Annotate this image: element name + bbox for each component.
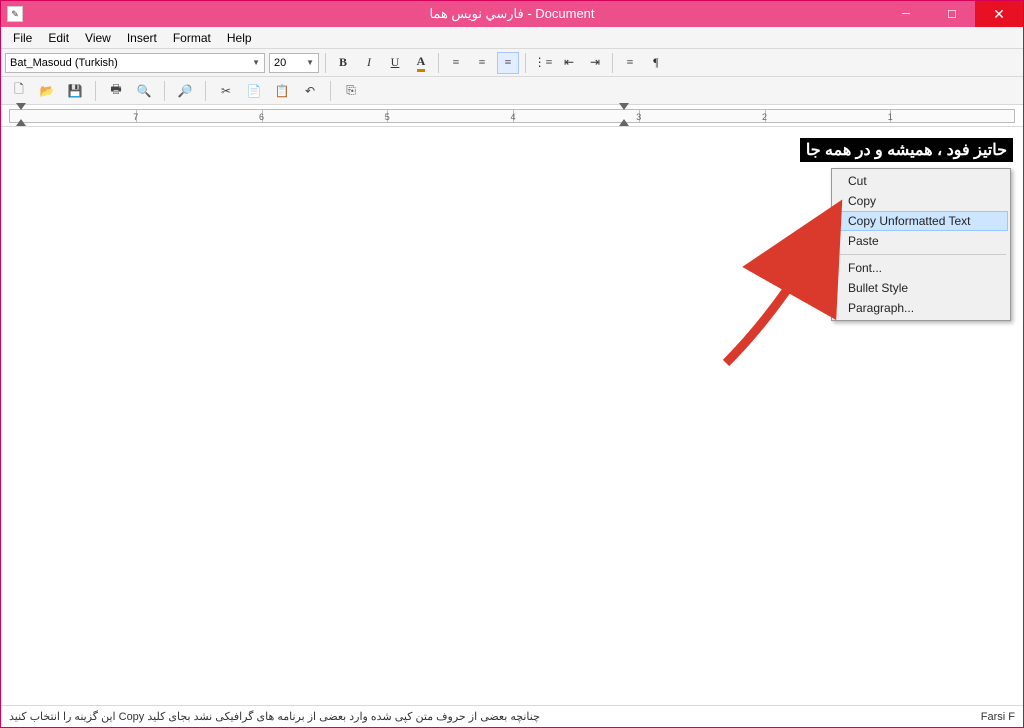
bulleted-list-button[interactable]: ⋮≡: [532, 52, 554, 74]
copy-button[interactable]: 📄: [244, 81, 264, 101]
align-center-button[interactable]: ≡: [471, 52, 493, 74]
paste-button[interactable]: 📋: [272, 81, 292, 101]
separator: [836, 254, 1006, 255]
minimize-button[interactable]: ─: [883, 1, 929, 27]
menu-view[interactable]: View: [77, 29, 119, 47]
indent-marker-icon[interactable]: [16, 119, 26, 126]
close-button[interactable]: ✕: [975, 1, 1023, 27]
format-toolbar: Bat_Masoud (Turkish) ▼ 20 ▼ B I U A ≡ ≡ …: [1, 49, 1023, 77]
standard-toolbar: 🗋 📂 💾 🖶 🔍 🔎 ✂ 📄 📋 ↶ ⎘: [1, 77, 1023, 105]
title-bar: ✎ فارسي نويس هما - Document ─ ☐ ✕: [1, 1, 1023, 27]
align-left-button[interactable]: ≡: [445, 52, 467, 74]
line-spacing-button[interactable]: ≡: [619, 52, 641, 74]
paragraph-button[interactable]: ¶: [645, 52, 667, 74]
separator: [525, 53, 526, 73]
ruler-tick-label: 7: [133, 112, 138, 122]
ctx-font[interactable]: Font...: [834, 258, 1008, 278]
new-button[interactable]: 🗋: [9, 81, 29, 101]
app-window: ✎ فارسي نويس هما - Document ─ ☐ ✕ File E…: [0, 0, 1024, 728]
chevron-down-icon: ▼: [306, 58, 314, 67]
separator: [438, 53, 439, 73]
separator: [205, 81, 206, 101]
cut-button[interactable]: ✂: [216, 81, 236, 101]
ruler-track: 1 2 3 4 5 6 7: [9, 109, 1015, 123]
menu-file[interactable]: File: [5, 29, 40, 47]
font-name-value: Bat_Masoud (Turkish): [10, 57, 118, 69]
ctx-cut[interactable]: Cut: [834, 171, 1008, 191]
maximize-button[interactable]: ☐: [929, 1, 975, 27]
indent-marker-icon[interactable]: [619, 103, 629, 110]
export-button[interactable]: ⎘: [341, 81, 361, 101]
font-size-value: 20: [274, 57, 286, 69]
ruler-tick-label: 4: [510, 112, 515, 122]
indent-marker-icon[interactable]: [16, 103, 26, 110]
open-button[interactable]: 📂: [37, 81, 57, 101]
increase-indent-button[interactable]: ⇥: [584, 52, 606, 74]
separator: [612, 53, 613, 73]
italic-button[interactable]: I: [358, 52, 380, 74]
ctx-paragraph[interactable]: Paragraph...: [834, 298, 1008, 318]
status-lang: Farsi F: [981, 711, 1015, 723]
ruler-tick-label: 5: [385, 112, 390, 122]
ruler[interactable]: 1 2 3 4 5 6 7: [1, 105, 1023, 127]
print-button[interactable]: 🖶: [106, 81, 126, 101]
separator: [95, 81, 96, 101]
font-name-select[interactable]: Bat_Masoud (Turkish) ▼: [5, 53, 265, 73]
separator: [325, 53, 326, 73]
menu-insert[interactable]: Insert: [119, 29, 165, 47]
bold-button[interactable]: B: [332, 52, 354, 74]
ctx-copy-unformatted[interactable]: Copy Unformatted Text: [834, 211, 1008, 231]
menu-edit[interactable]: Edit: [40, 29, 77, 47]
status-hint: چنانچه بعضی از حروف متن کپی شده وارد بعض…: [9, 710, 540, 723]
ctx-paste[interactable]: Paste: [834, 231, 1008, 251]
underline-button[interactable]: U: [384, 52, 406, 74]
status-bar: چنانچه بعضی از حروف متن کپی شده وارد بعض…: [1, 705, 1023, 727]
menu-bar: File Edit View Insert Format Help: [1, 27, 1023, 49]
ctx-bullet[interactable]: Bullet Style: [834, 278, 1008, 298]
print-preview-button[interactable]: 🔍: [134, 81, 154, 101]
ruler-tick-label: 3: [636, 112, 641, 122]
ruler-tick-label: 2: [762, 112, 767, 122]
indent-marker-icon[interactable]: [619, 119, 629, 126]
separator: [164, 81, 165, 101]
chevron-down-icon: ▼: [252, 58, 260, 67]
ctx-copy[interactable]: Copy: [834, 191, 1008, 211]
context-menu: Cut Copy Copy Unformatted Text Paste Fon…: [831, 168, 1011, 321]
ruler-tick-label: 6: [259, 112, 264, 122]
app-icon: ✎: [7, 6, 23, 22]
find-button[interactable]: 🔎: [175, 81, 195, 101]
align-right-button[interactable]: ≡: [497, 52, 519, 74]
window-title: فارسي نويس هما - Document: [429, 6, 594, 22]
font-color-button[interactable]: A: [410, 52, 432, 74]
separator: [330, 81, 331, 101]
ruler-tick-label: 1: [888, 112, 893, 122]
menu-help[interactable]: Help: [219, 29, 260, 47]
selected-text[interactable]: حاتيز فود ، هميشه و در همه جا: [800, 138, 1013, 162]
decrease-indent-button[interactable]: ⇤: [558, 52, 580, 74]
document-area[interactable]: حاتيز فود ، هميشه و در همه جا Cut Copy C…: [1, 127, 1023, 705]
save-button[interactable]: 💾: [65, 81, 85, 101]
menu-format[interactable]: Format: [165, 29, 219, 47]
undo-button[interactable]: ↶: [300, 81, 320, 101]
font-size-select[interactable]: 20 ▼: [269, 53, 319, 73]
